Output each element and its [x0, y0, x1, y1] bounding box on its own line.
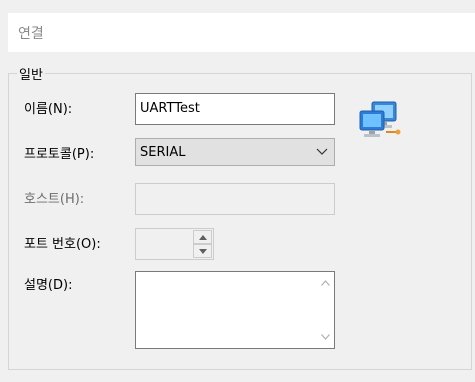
name-input[interactable]: UARTTest	[135, 93, 335, 125]
chevron-down-icon	[316, 143, 328, 159]
name-label: 이름(N):	[24, 102, 73, 117]
general-group-legend: 일반	[17, 64, 45, 83]
category-header: 연결	[8, 13, 475, 52]
description-scrollbar[interactable]	[317, 272, 334, 348]
scroll-down-icon	[321, 334, 330, 340]
host-label: 호스트(H):	[24, 192, 85, 207]
host-input[interactable]	[135, 183, 335, 215]
port-label: 포트 번호(O):	[24, 237, 101, 252]
protocol-select[interactable]: SERIAL	[135, 138, 335, 166]
triangle-down-icon	[199, 249, 207, 254]
scroll-up-icon	[321, 280, 330, 286]
description-textarea[interactable]	[135, 271, 335, 349]
description-label: 설명(D):	[24, 278, 73, 293]
port-decrement-button[interactable]	[193, 244, 212, 258]
port-increment-button[interactable]	[193, 230, 212, 244]
name-input-value: UARTTest	[140, 101, 200, 116]
network-computers-icon	[358, 100, 402, 140]
category-title: 연결	[18, 26, 44, 42]
protocol-select-value: SERIAL	[140, 145, 186, 160]
port-number-stepper[interactable]	[135, 228, 214, 260]
protocol-label: 프로토콜(P):	[24, 147, 95, 162]
triangle-up-icon	[199, 235, 207, 240]
connection-dialog: 연결 일반 이름(N): UARTTest 프로토콜(P): SERIAL 호스…	[0, 0, 475, 382]
